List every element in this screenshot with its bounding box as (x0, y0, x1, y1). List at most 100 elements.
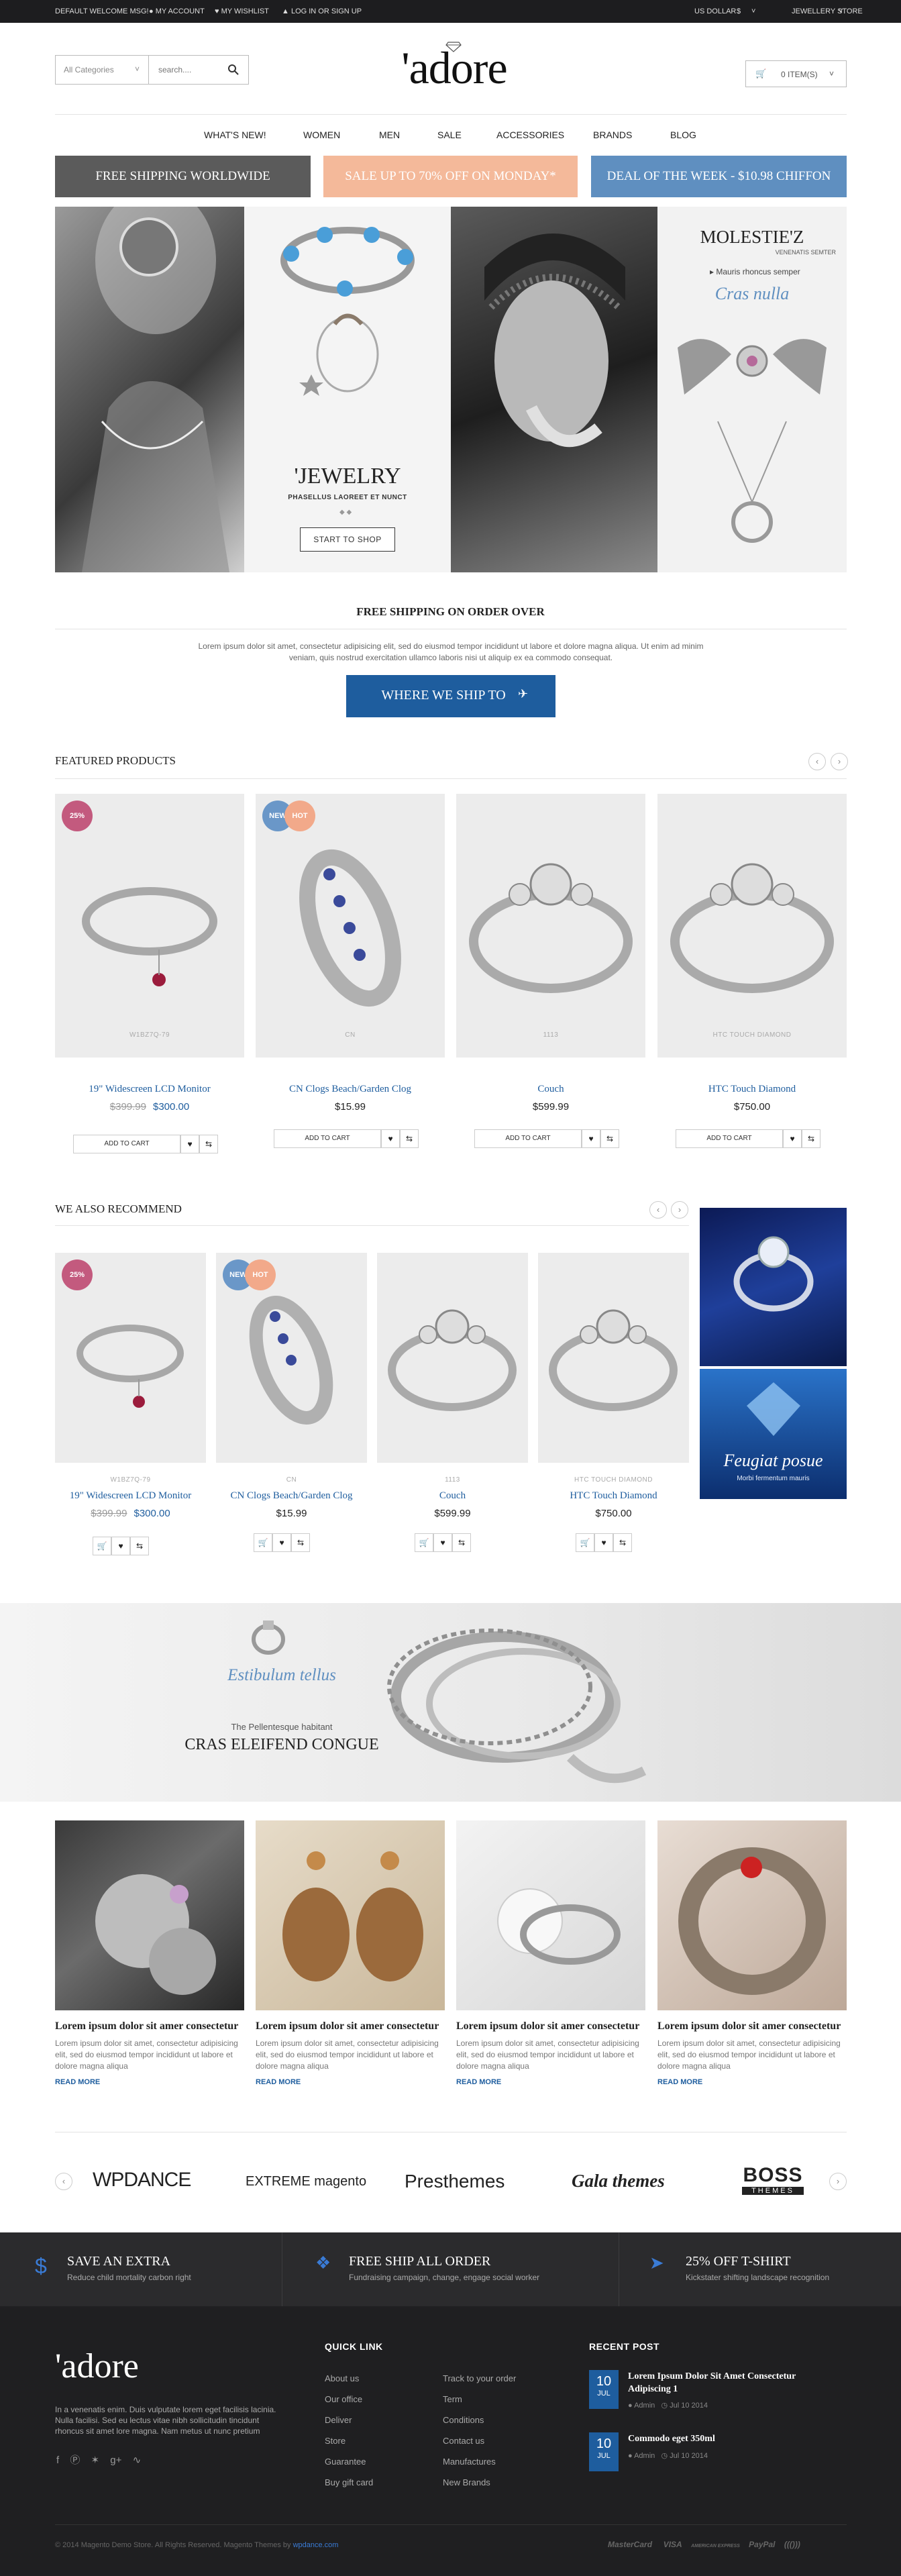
blog-title[interactable]: Lorem ipsum dolor sit amer consectetur (456, 2020, 639, 2032)
footer-link[interactable]: Store (325, 2436, 346, 2446)
product-card[interactable]: HTC TOUCH DIAMOND HTC Touch Diamond $750… (538, 1253, 689, 1561)
wishlist-heart-icon[interactable]: ♥ (582, 1129, 600, 1148)
wishlist-heart-icon[interactable]: ♥ (381, 1129, 400, 1148)
product-name[interactable]: HTC Touch Diamond (657, 1084, 847, 1095)
product-card[interactable]: 1113 Couch $599.99 ADD TO CART ♥ ⇆ (456, 794, 645, 1156)
twitter-icon[interactable]: ✶ (91, 2455, 100, 2466)
nav-men[interactable]: MEN (379, 130, 400, 140)
footer-link[interactable]: Track to your order (443, 2373, 516, 2383)
read-more-link[interactable]: READ MORE (657, 2078, 702, 2086)
nav-sale[interactable]: SALE (437, 130, 462, 140)
footer-link[interactable]: Term (443, 2394, 462, 2404)
read-more-link[interactable]: READ MORE (55, 2078, 100, 2086)
promo-free-shipping[interactable]: FREE SHIPPING WORLDWIDE (55, 156, 311, 197)
brand-logo-wpdance[interactable]: WPDANCE (93, 2169, 191, 2192)
nav-accessories[interactable]: ACCESSORIES (496, 130, 564, 140)
product-name[interactable]: HTC Touch Diamond (538, 1490, 689, 1502)
blog-image[interactable] (657, 1820, 847, 2010)
brands-prev-button[interactable]: ‹ (55, 2173, 72, 2190)
product-card[interactable]: 1113 Couch $599.99 🛒 ♥ ⇆ (377, 1253, 528, 1561)
compare-icon[interactable]: ⇆ (452, 1533, 471, 1552)
brands-next-button[interactable]: › (829, 2173, 847, 2190)
product-name[interactable]: Couch (377, 1490, 528, 1502)
brand-logo-gala-themes[interactable]: Gala themes (572, 2171, 665, 2192)
product-image[interactable] (377, 1253, 528, 1463)
where-we-ship-button[interactable]: WHERE WE SHIP TO ✈ (346, 675, 555, 717)
footer-link[interactable]: Contact us (443, 2436, 484, 2446)
blog-title[interactable]: Lorem ipsum dolor sit amer consectetur (657, 2020, 841, 2032)
promo-sale[interactable]: SALE UP TO 70% OFF ON MONDAY* (323, 156, 578, 197)
add-to-cart-button[interactable]: ADD TO CART (73, 1135, 180, 1153)
cart-button[interactable]: 🛒 0 ITEM(S) ˅ (745, 60, 847, 87)
promo-deal[interactable]: DEAL OF THE WEEK - $10.98 CHIFFON (591, 156, 847, 197)
wishlist-heart-icon[interactable]: ♥ (433, 1533, 452, 1552)
product-image[interactable] (538, 1253, 689, 1463)
wishlist-heart-icon[interactable]: ♥ (180, 1135, 199, 1153)
product-image[interactable] (55, 794, 244, 1058)
cart-icon[interactable]: 🛒 (254, 1533, 272, 1552)
blog-image[interactable] (55, 1820, 244, 2010)
compare-icon[interactable]: ⇆ (600, 1129, 619, 1148)
compare-icon[interactable]: ⇆ (802, 1129, 820, 1148)
nav-women[interactable]: WOMEN (303, 130, 340, 140)
rss-icon[interactable]: ∿ (133, 2455, 142, 2466)
recent-post-link[interactable]: Commodo eget 350ml (628, 2434, 715, 2444)
add-to-cart-button[interactable]: ADD TO CART (474, 1129, 582, 1148)
footer-link[interactable]: Manufactures (443, 2457, 496, 2467)
promo-banner[interactable]: Estibulum tellus The Pellentesque habita… (0, 1603, 901, 1802)
hero-woman-photo[interactable] (451, 207, 657, 572)
blog-image[interactable] (456, 1820, 645, 2010)
search-icon[interactable] (227, 63, 240, 76)
compare-icon[interactable]: ⇆ (199, 1135, 218, 1153)
nav-brands[interactable]: BRANDS (593, 130, 632, 140)
hero-model-photo[interactable] (55, 207, 244, 572)
product-image[interactable] (657, 794, 847, 1058)
add-to-cart-button[interactable]: ADD TO CART (676, 1129, 783, 1148)
compare-icon[interactable]: ⇆ (130, 1537, 149, 1555)
wishlist-heart-icon[interactable]: ♥ (594, 1533, 613, 1552)
brand-logo-extreme-magento[interactable]: EXTREME magento (246, 2174, 366, 2189)
my-account-link[interactable]: ● MY ACCOUNT (149, 7, 205, 15)
store-select[interactable]: JEWELLERY STORE (792, 7, 863, 15)
wishlist-heart-icon[interactable]: ♥ (783, 1129, 802, 1148)
product-name[interactable]: CN Clogs Beach/Garden Clog (256, 1084, 445, 1095)
brand-logo-boss-themes[interactable]: BOSS THEMES (733, 2164, 813, 2195)
carousel-prev-button[interactable]: ‹ (649, 1201, 667, 1219)
currency-select[interactable]: US DOLLAR (694, 7, 736, 15)
footer-link[interactable]: Guarantee (325, 2457, 366, 2467)
pinterest-icon[interactable]: Ⓟ (70, 2455, 80, 2466)
product-image[interactable] (456, 794, 645, 1058)
nav-blog[interactable]: BLOG (670, 130, 696, 140)
footer-link[interactable]: About us (325, 2373, 359, 2383)
recent-post-link[interactable]: Lorem Ipsum Dolor Sit Amet Consectetur A… (628, 2370, 829, 2395)
nav-whats-new[interactable]: WHAT'S NEW! (204, 130, 266, 140)
footer-link[interactable]: Our office (325, 2394, 362, 2404)
footer-link[interactable]: New Brands (443, 2477, 490, 2487)
footer-link[interactable]: Conditions (443, 2415, 484, 2425)
google-plus-icon[interactable]: g+ (110, 2455, 121, 2466)
product-card[interactable]: 25% W1BZ7Q-79 19" Widescreen LCD Monitor… (55, 794, 244, 1156)
product-name[interactable]: CN Clogs Beach/Garden Clog (216, 1490, 367, 1502)
product-card[interactable]: HTC TOUCH DIAMOND HTC Touch Diamond $750… (657, 794, 847, 1156)
category-select[interactable]: All Categories ˅ (55, 55, 149, 85)
cart-icon[interactable]: 🛒 (576, 1533, 594, 1552)
compare-icon[interactable]: ⇆ (291, 1533, 310, 1552)
side-banner-ring[interactable] (700, 1208, 847, 1366)
compare-icon[interactable]: ⇆ (613, 1533, 632, 1552)
product-card[interactable]: NEW HOT CN CN Clogs Beach/Garden Clog $1… (256, 794, 445, 1156)
footer-link[interactable]: Deliver (325, 2415, 352, 2425)
compare-icon[interactable]: ⇆ (400, 1129, 419, 1148)
product-card[interactable]: NEW HOT CN CN Clogs Beach/Garden Clog $1… (216, 1253, 367, 1561)
facebook-icon[interactable]: f (56, 2455, 59, 2466)
read-more-link[interactable]: READ MORE (256, 2078, 301, 2086)
product-name[interactable]: Couch (456, 1084, 645, 1095)
side-banner-feugiat[interactable]: Feugiat posue Morbi fermentum mauris (700, 1369, 847, 1499)
my-wishlist-link[interactable]: ♥ MY WISHLIST (215, 7, 269, 15)
read-more-link[interactable]: READ MORE (456, 2078, 501, 2086)
wpdance-link[interactable]: wpdance.com (293, 2541, 339, 2549)
carousel-next-button[interactable]: › (671, 1201, 688, 1219)
carousel-next-button[interactable]: › (831, 753, 848, 770)
wishlist-heart-icon[interactable]: ♥ (272, 1533, 291, 1552)
cart-icon[interactable]: 🛒 (415, 1533, 433, 1552)
footer-logo[interactable]: 'adore (55, 2347, 139, 2386)
